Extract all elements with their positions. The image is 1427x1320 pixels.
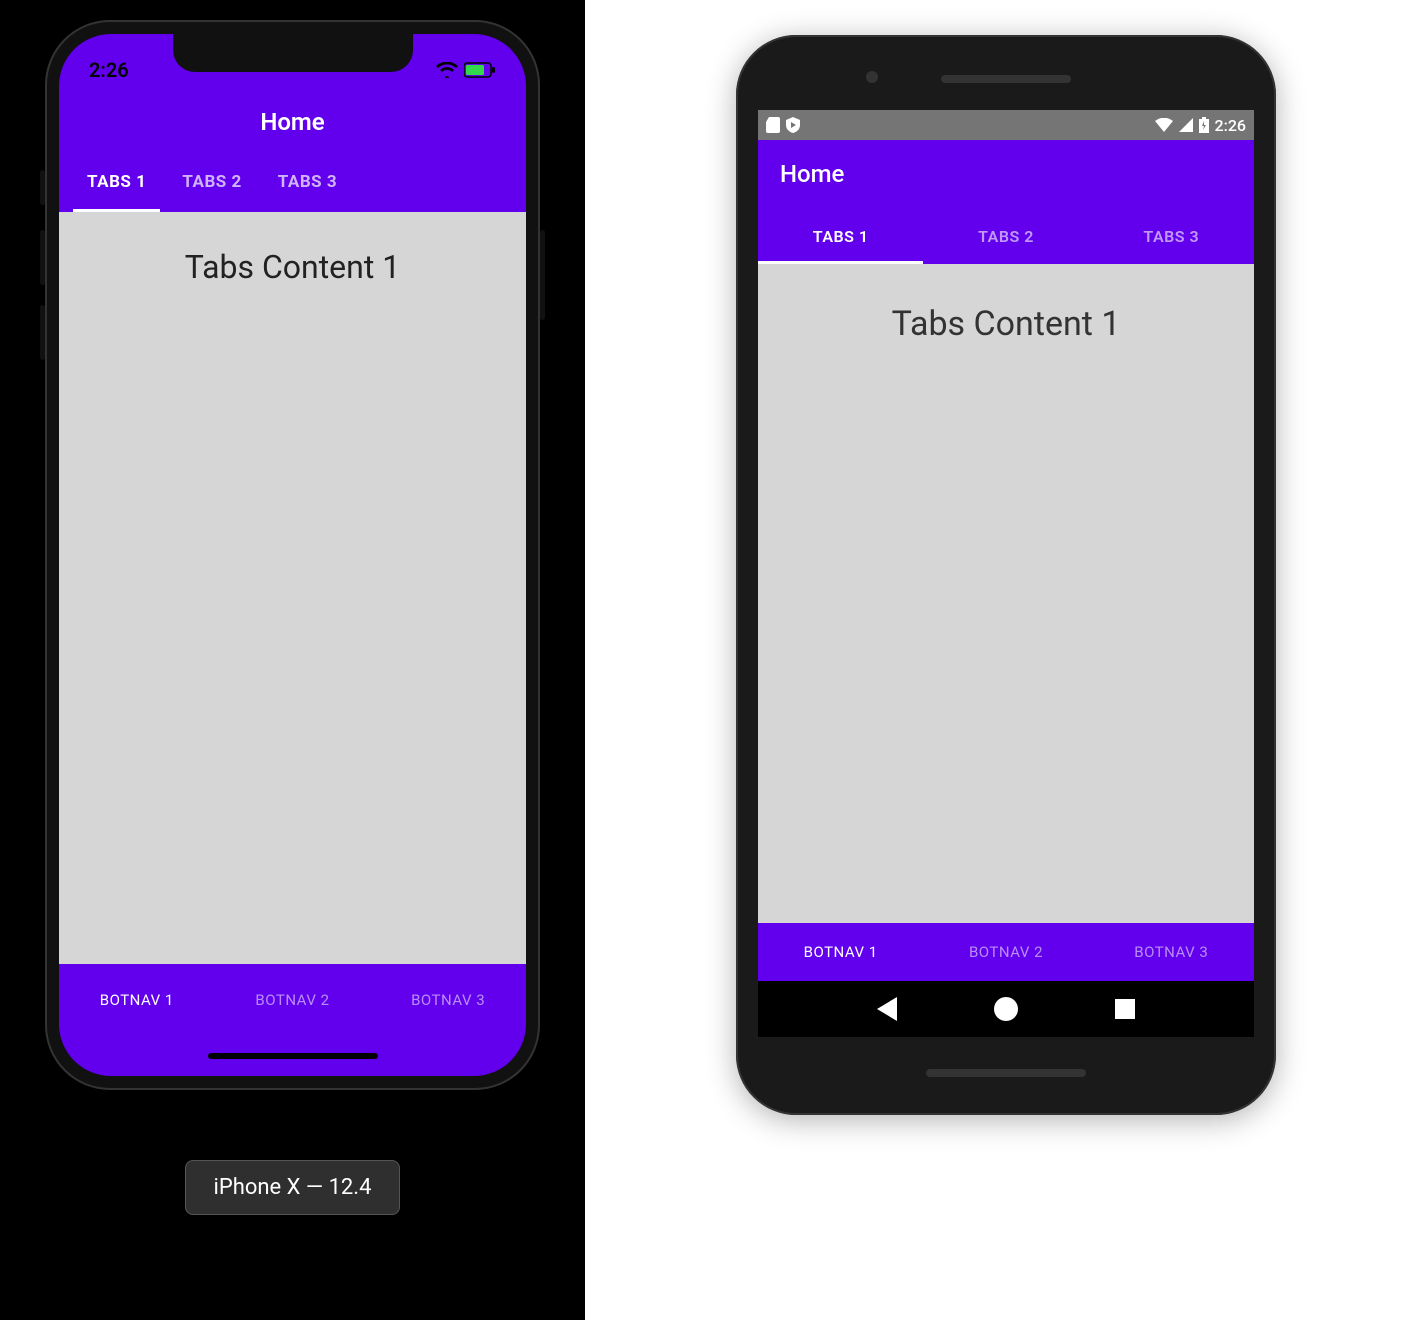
ios-bottom-navigation: BOTNAV 1 BOTNAV 2 BOTNAV 3 (59, 964, 526, 1036)
device-caption: iPhone X — 12.4 (185, 1160, 401, 1215)
android-status-time: 2:26 (1215, 116, 1247, 135)
nav-label: BOTNAV 3 (1134, 943, 1208, 961)
bottom-nav-3[interactable]: BOTNAV 3 (411, 991, 485, 1009)
android-app-bar: Home (758, 140, 1254, 208)
bottom-nav-2[interactable]: BOTNAV 2 (255, 991, 329, 1009)
tab-label: TABS 2 (978, 227, 1034, 246)
android-bottom-navigation: BOTNAV 1 BOTNAV 2 BOTNAV 3 (758, 923, 1254, 981)
nav-label: BOTNAV 1 (804, 943, 878, 961)
android-home-button[interactable] (994, 997, 1018, 1021)
bottom-nav-2[interactable]: BOTNAV 2 (969, 943, 1043, 961)
ios-status-time: 2:26 (89, 58, 129, 82)
tab-1[interactable]: TABS 1 (69, 152, 164, 212)
tab-label: TABS 1 (87, 172, 146, 192)
bottom-nav-1[interactable]: BOTNAV 1 (804, 943, 878, 961)
nav-label: BOTNAV 2 (255, 991, 329, 1009)
content-text: Tabs Content 1 (892, 304, 1121, 344)
ios-status-right (436, 62, 496, 78)
play-protect-icon (786, 117, 800, 133)
battery-icon (1199, 117, 1209, 133)
android-tab-content: Tabs Content 1 (758, 264, 1254, 923)
bottom-nav-1[interactable]: BOTNAV 1 (100, 991, 174, 1009)
page-title: Home (260, 108, 324, 136)
tab-label: TABS 2 (182, 172, 241, 192)
android-back-button[interactable] (877, 997, 897, 1021)
tab-2[interactable]: TABS 2 (164, 152, 259, 212)
tab-3[interactable]: TABS 3 (1089, 208, 1254, 264)
android-recents-button[interactable] (1115, 999, 1135, 1019)
android-navigation-bar (758, 981, 1254, 1037)
nav-label: BOTNAV 3 (411, 991, 485, 1009)
ios-simulator-panel: 2:26 Home TABS 1 TABS 2 TABS 3 (0, 0, 585, 1320)
android-screen: 2:26 Home TABS 1 TABS 2 TABS 3 Tabs Cont… (758, 110, 1254, 1037)
iphone-volume-up-button[interactable] (40, 230, 45, 285)
android-simulator-panel: 2:26 Home TABS 1 TABS 2 TABS 3 Tabs Cont… (585, 0, 1427, 1320)
android-status-right: 2:26 (1155, 116, 1247, 135)
tab-label: TABS 3 (278, 172, 337, 192)
home-indicator-bar (208, 1053, 378, 1059)
wifi-icon (436, 62, 458, 78)
wifi-icon (1155, 118, 1173, 132)
tab-label: TABS 1 (813, 227, 869, 246)
nav-label: BOTNAV 2 (969, 943, 1043, 961)
iphone-notch (173, 34, 413, 72)
android-speaker-top (941, 75, 1071, 83)
android-tab-bar: TABS 1 TABS 2 TABS 3 (758, 208, 1254, 264)
android-status-bar: 2:26 (758, 110, 1254, 140)
iphone-volume-down-button[interactable] (40, 305, 45, 360)
ios-navigation-bar: Home (59, 92, 526, 152)
cellular-icon (1179, 118, 1193, 132)
sd-card-icon (766, 117, 780, 133)
tab-1[interactable]: TABS 1 (758, 208, 923, 264)
tab-3[interactable]: TABS 3 (260, 152, 355, 212)
iphone-device-frame: 2:26 Home TABS 1 TABS 2 TABS 3 (45, 20, 540, 1090)
battery-icon (464, 62, 496, 78)
iphone-screen: 2:26 Home TABS 1 TABS 2 TABS 3 (59, 34, 526, 1076)
bottom-nav-3[interactable]: BOTNAV 3 (1134, 943, 1208, 961)
page-title: Home (780, 160, 844, 188)
ios-tab-bar: TABS 1 TABS 2 TABS 3 (59, 152, 526, 212)
nav-label: BOTNAV 1 (100, 991, 174, 1009)
iphone-silence-switch[interactable] (40, 170, 45, 205)
device-caption-text: iPhone X — 12.4 (214, 1175, 372, 1200)
iphone-power-button[interactable] (540, 230, 545, 320)
android-device-frame: 2:26 Home TABS 1 TABS 2 TABS 3 Tabs Cont… (736, 35, 1276, 1115)
android-speaker-bottom (926, 1069, 1086, 1077)
tab-label: TABS 3 (1143, 227, 1199, 246)
content-text: Tabs Content 1 (185, 248, 400, 286)
tab-2[interactable]: TABS 2 (923, 208, 1088, 264)
android-status-left (766, 117, 800, 133)
android-front-camera (866, 71, 878, 83)
ios-tab-content: Tabs Content 1 (59, 212, 526, 964)
ios-home-indicator[interactable] (59, 1036, 526, 1076)
